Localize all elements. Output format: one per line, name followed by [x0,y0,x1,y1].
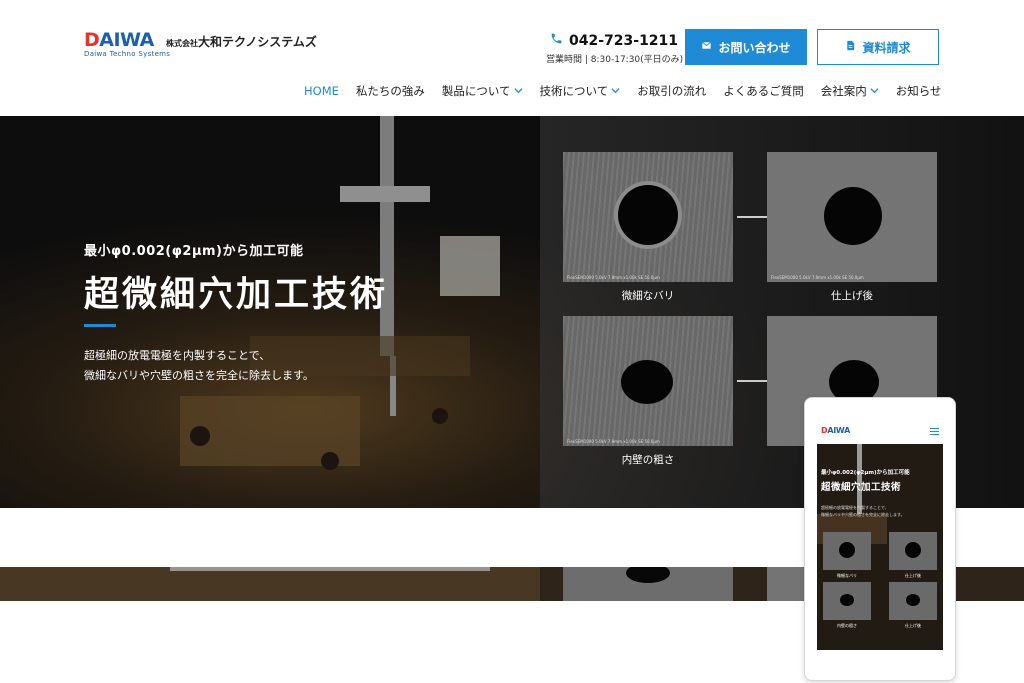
company-prefix: 株式会社 [166,39,198,48]
nav-item-flow[interactable]: お取引の流れ [637,82,706,100]
nav-label: HOME [304,84,339,98]
mobile-sem-finished [889,532,937,570]
hero-title: 超微細穴加工技術 [84,275,389,315]
nav-item-strengths[interactable]: 私たちの強み [356,82,425,100]
nav-label: 私たちの強み [355,84,425,98]
mobile-preview: DAIWA 最小φ0.002(φ2μm)から加工可能 超微細穴加工技術 超極細の… [804,397,956,681]
mobile-header: DAIWA [805,398,955,442]
company-name: 株式会社大和テクノシステムズ [166,33,317,50]
mobile-sem-caption: 仕上げ後 [905,573,921,578]
logo-mark: DAIWA [84,30,154,50]
nav-label: 技術について [539,84,609,98]
nav-item-technology[interactable]: 技術について [540,82,621,100]
logo-mark-d: D [84,29,100,51]
mobile-logo-rest: AIWA [827,426,850,435]
nav-label: 製品について [441,84,511,98]
mobile-sem-caption: 仕上げ後 [905,623,921,628]
chevron-down-icon [611,84,620,98]
nav-item-products[interactable]: 製品について [442,82,523,100]
company-logo[interactable]: DAIWA Daiwa Techno Systems 株式会社大和テクノシステム… [84,30,324,60]
sem-meta: FlexSEM1000 5.0kV 7.9mm x1.00k SE 50.0μm [567,439,660,444]
mail-icon [701,40,712,54]
hero-subtitle: 最小φ0.002(φ2μm)から加工可能 [84,244,304,259]
mobile-hero-description: 超極細の放電電極を内製することで、 微細なバリや穴壁の粗さを完全に除去します。 [821,504,905,518]
sem-caption: 仕上げ後 [831,290,873,302]
sem-meta: FlexSEM1000 5.0kV 7.9mm x1.00k SE 50.0μm [771,275,864,280]
hamburger-menu-icon[interactable] [930,428,939,435]
nav-item-news[interactable]: お知らせ [896,82,942,100]
logo-mark-rest: AIWA [99,29,154,51]
mobile-desc-line: 超極細の放電電極を内製することで、 [821,505,889,510]
document-icon [845,40,856,54]
chevron-down-icon [513,84,523,98]
mobile-logo: DAIWA [821,426,850,435]
nav-label: よくあるご質問 [723,84,804,98]
phone-icon [550,32,563,49]
sem-caption: 内壁の粗さ [621,454,675,466]
sem-image-wall: FlexSEM1000 5.0kV 7.9mm x1.00k SE 50.0μm [563,316,733,446]
mobile-sem-finished-2 [889,582,937,620]
hero-accent-rule [84,324,116,327]
mobile-sem-caption: 微細なバリ [837,573,857,578]
document-request-button[interactable]: 資料請求 [817,29,939,65]
hero-desc-line: 超極細の放電電極を内製することで、 [84,349,271,362]
phone-number[interactable]: 042-723-1211 [550,32,678,49]
mobile-sem-burr [823,532,871,570]
mobile-hero: 最小φ0.002(φ2μm)から加工可能 超微細穴加工技術 超極細の放電電極を内… [817,444,943,650]
sem-image-burr: FlexSEM1000 5.0kV 7.9mm x1.00k SE 50.0μm [563,152,733,282]
sem-caption: 微細なバリ [621,290,675,302]
contact-button-label: お問い合わせ [718,40,791,55]
sem-image-finished: FlexSEM1000 5.0kV 7.9mm x1.00k SE 50.0μm [767,152,937,282]
nav-item-home[interactable]: HOME [304,82,339,100]
chevron-down-icon [870,84,879,98]
sem-meta: FlexSEM1000 5.0kV 7.9mm x1.00k SE 50.0μm [567,275,660,280]
phone-text: 042-723-1211 [569,32,679,49]
hero-description: 超極細の放電電極を内製することで、 微細なバリや穴壁の粗さを完全に除去します。 [84,346,314,386]
site-header: DAIWA Daiwa Techno Systems 株式会社大和テクノシステム… [0,0,1024,116]
mobile-hero-title: 超微細穴加工技術 [821,482,902,493]
logo-subtitle: Daiwa Techno Systems [84,50,171,58]
nav-label: お知らせ [895,84,942,98]
business-hours: 営業時間 | 8:30-17:30(平日のみ) [546,55,684,65]
mobile-desc-line: 微細なバリや穴壁の粗さを完全に除去します。 [821,512,905,517]
nav-item-faq[interactable]: よくあるご質問 [723,82,804,100]
mobile-sem-wall [823,582,871,620]
main-nav: HOME 私たちの強み 製品について 技術について お取引の流れ よくあるご質問… [304,82,958,100]
mobile-sem-caption: 内壁の粗さ [837,623,857,628]
mobile-hero-subtitle: 最小φ0.002(φ2μm)から加工可能 [821,470,910,476]
nav-label: お取引の流れ [637,84,707,98]
hero-desc-line: 微細なバリや穴壁の粗さを完全に除去します。 [84,369,314,382]
nav-label: 会社案内 [820,84,867,98]
nav-item-company[interactable]: 会社案内 [821,82,879,100]
page: DAIWA Daiwa Techno Systems 株式会社大和テクノシステム… [0,0,1024,683]
company-name-text: 大和テクノシステムズ [198,35,317,49]
document-request-label: 資料請求 [862,40,911,55]
contact-button[interactable]: お問い合わせ [685,29,807,65]
